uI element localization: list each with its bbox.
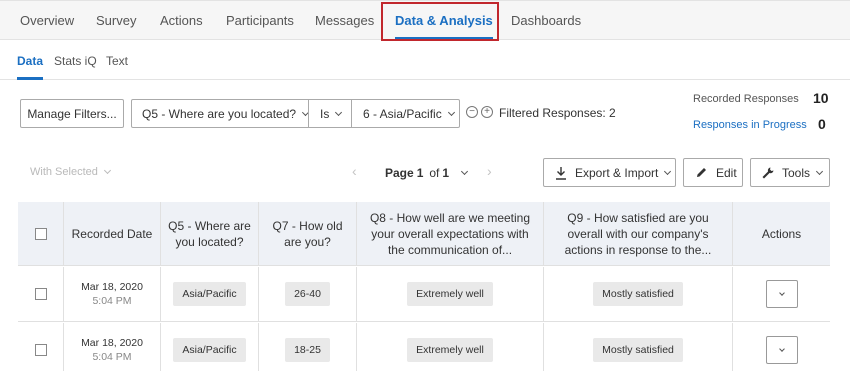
chevron-down-icon [103, 166, 111, 175]
tab-messages[interactable]: Messages [315, 1, 374, 40]
sub-nav: Data Stats iQ Text [0, 40, 850, 80]
date-value: Mar 18, 2020 [81, 281, 143, 293]
time-value: 5:04 PM [92, 295, 132, 307]
highlight-annotation [381, 2, 499, 41]
header-q7[interactable]: Q7 - How old are you? [259, 202, 357, 265]
tab-dashboards[interactable]: Dashboards [511, 1, 581, 40]
tab-overview[interactable]: Overview [20, 1, 74, 40]
location-value: Asia/Pacific [173, 338, 246, 362]
filter-question-value: Q5 - Where are you located? [142, 106, 297, 121]
recorded-responses-label: Recorded Responses [693, 93, 799, 105]
filter-answer-select[interactable]: 6 - Asia/Pacific [351, 99, 460, 128]
header-q8[interactable]: Q8 - How well are we meeting your overal… [357, 202, 544, 265]
select-all-cell [18, 202, 64, 265]
q8-value: Extremely well [407, 282, 493, 306]
download-icon [556, 166, 566, 180]
tools-button[interactable]: Tools [750, 158, 830, 187]
filter-answer-value: 6 - Asia/Pacific [363, 106, 442, 121]
filter-question-select[interactable]: Q5 - Where are you located? [131, 99, 310, 128]
q9-cell: Mostly satisfied [544, 267, 733, 321]
q9-value: Mostly satisfied [593, 338, 683, 362]
q8-value: Extremely well [407, 338, 493, 362]
chevron-down-icon [778, 289, 785, 296]
actions-cell [733, 323, 830, 371]
header-actions: Actions [761, 226, 802, 241]
export-import-label: Export & Import [575, 165, 659, 180]
filter-operator-select[interactable]: Is [308, 99, 352, 128]
pencil-icon [697, 168, 706, 177]
select-all-checkbox[interactable] [34, 227, 47, 240]
with-selected-label: With Selected [30, 166, 98, 178]
row-select-cell [18, 323, 64, 371]
subtab-stats-iq[interactable]: Stats iQ [54, 54, 97, 80]
page-selector[interactable]: Page 1 of 1 [385, 166, 469, 180]
export-import-button[interactable]: Export & Import [543, 158, 676, 187]
tab-actions[interactable]: Actions [160, 1, 203, 40]
responses-in-progress-value: 0 [818, 116, 826, 132]
manage-filters-label: Manage Filters... [27, 106, 117, 121]
header-q9[interactable]: Q9 - How satisfied are you overall with … [544, 202, 733, 265]
tab-participants[interactable]: Participants [226, 1, 294, 40]
wrench-icon [762, 167, 774, 178]
chevron-down-icon [664, 167, 672, 175]
header-q5[interactable]: Q5 - Where are you located? [161, 202, 259, 265]
actions-cell [733, 267, 830, 321]
filter-operator-value: Is [320, 106, 330, 121]
age-value: 18-25 [285, 338, 330, 362]
recorded-responses-value: 10 [813, 90, 829, 106]
chevron-down-icon [335, 108, 343, 116]
table-row: Mar 18, 2020 5:04 PM Asia/Pacific 26-40 … [18, 267, 830, 322]
page-word: Page [385, 166, 414, 180]
chevron-down-icon [461, 167, 469, 176]
tools-label: Tools [782, 165, 811, 180]
time-value: 5:04 PM [92, 351, 132, 363]
recorded-date: Mar 18, 2020 5:04 PM [81, 280, 143, 308]
row-actions-button[interactable] [765, 280, 798, 308]
q8-cell: Extremely well [357, 323, 544, 371]
header-recorded-date[interactable]: Recorded Date [64, 202, 161, 265]
date-cell: Mar 18, 2020 5:04 PM [64, 267, 161, 321]
chevron-down-icon [447, 108, 455, 116]
location-value: Asia/Pacific [173, 282, 246, 306]
manage-filters-button[interactable]: Manage Filters... [20, 99, 124, 128]
page-of: of [429, 166, 440, 180]
row-checkbox[interactable] [34, 288, 47, 300]
date-value: Mar 18, 2020 [81, 337, 143, 349]
chevron-down-icon [815, 167, 824, 175]
row-checkbox[interactable] [34, 344, 47, 356]
row-actions-button[interactable] [765, 336, 798, 364]
subtab-text[interactable]: Text [106, 54, 128, 80]
with-selected-dropdown[interactable]: With Selected [30, 166, 111, 178]
filtered-responses-count: Filtered Responses: 2 [499, 106, 616, 120]
table-header-row: Recorded Date Q5 - Where are you located… [18, 202, 830, 266]
edit-button[interactable]: Edit [683, 158, 743, 187]
responses-in-progress-link[interactable]: Responses in Progress [693, 119, 807, 131]
page-current: 1 [416, 166, 424, 180]
add-filter-icon[interactable]: + [481, 106, 493, 118]
location-cell: Asia/Pacific [161, 323, 259, 371]
page-total: 1 [442, 166, 450, 180]
previous-page-icon[interactable]: ‹ [352, 163, 357, 179]
date-cell: Mar 18, 2020 5:04 PM [64, 323, 161, 371]
row-select-cell [18, 267, 64, 321]
tab-survey[interactable]: Survey [96, 1, 136, 40]
next-page-icon[interactable]: › [487, 163, 492, 179]
age-cell: 18-25 [259, 323, 357, 371]
recorded-date: Mar 18, 2020 5:04 PM [81, 336, 143, 364]
q8-cell: Extremely well [357, 267, 544, 321]
subtab-data[interactable]: Data [17, 54, 44, 80]
age-cell: 26-40 [259, 267, 357, 321]
chevron-down-icon [778, 345, 785, 352]
table-row: Mar 18, 2020 5:04 PM Asia/Pacific 18-25 … [18, 323, 830, 371]
q9-value: Mostly satisfied [593, 282, 683, 306]
age-value: 26-40 [285, 282, 330, 306]
remove-filter-icon[interactable]: − [466, 106, 478, 118]
location-cell: Asia/Pacific [161, 267, 259, 321]
edit-label: Edit [716, 165, 737, 180]
q9-cell: Mostly satisfied [544, 323, 733, 371]
